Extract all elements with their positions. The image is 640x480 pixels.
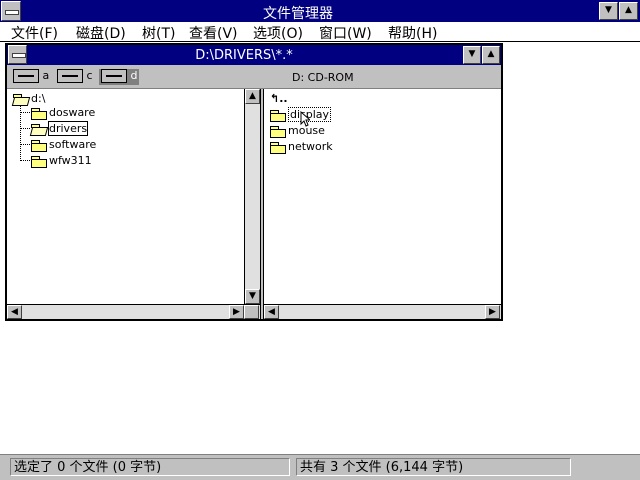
app-title: 文件管理器 [263,6,333,22]
directory-tree[interactable]: d:\ dosware drivers software wfw311 [7,89,244,304]
directory-window: D:\DRIVERS\*.* ▼ ▲ a c d D: CD-ROM d:\ d… [5,43,503,321]
drive-bar: a c d D: CD-ROM [7,65,501,89]
menu-window[interactable]: 窗口(W) [319,23,372,43]
tree-item-software[interactable]: software [31,138,96,152]
tree-item-drivers[interactable]: drivers [31,121,89,136]
child-system-menu-icon[interactable] [8,45,27,64]
folder-icon [270,109,286,122]
app-title-bar[interactable]: 文件管理器 ▼ ▲ [0,0,640,22]
drive-c[interactable]: c [57,69,93,85]
drive-a[interactable]: a [13,69,49,85]
parent-dir-up-icon[interactable]: ↰.. [270,92,288,106]
scrollbar-corner [244,305,259,319]
menu-disk[interactable]: 磁盘(D) [76,23,126,43]
minimize-icon[interactable]: ▼ [599,2,618,20]
open-folder-icon [31,123,47,135]
menu-options[interactable]: 选项(O) [253,23,303,43]
scroll-right-icon[interactable]: ▶ [229,305,244,319]
file-item-network[interactable]: network [270,140,333,154]
folder-icon [31,139,47,152]
tree-horizontal-scrollbar[interactable]: ◀ ▶ [7,304,260,319]
status-total: 共有 3 个文件 (6,144 字节) [296,458,571,476]
folder-icon [31,155,47,168]
mouse-pointer-icon [300,111,310,127]
cdrom-drive-icon [101,69,127,83]
menu-help[interactable]: 帮助(H) [388,23,437,43]
file-item-mouse[interactable]: mouse [270,124,325,138]
scroll-up-icon[interactable]: ▲ [245,89,260,104]
menu-file[interactable]: 文件(F) [11,23,58,43]
tree-vertical-scrollbar[interactable]: ▲ ▼ [244,89,260,304]
file-horizontal-scrollbar[interactable]: ◀ ▶ [264,304,501,319]
status-selected: 选定了 0 个文件 (0 字节) [10,458,290,476]
scroll-down-icon[interactable]: ▼ [245,289,260,304]
child-maximize-icon[interactable]: ▲ [482,46,500,64]
folder-icon [31,107,47,120]
drive-d[interactable]: d [99,69,140,85]
menubar: 文件(F) 磁盘(D) 树(T) 查看(V) 选项(O) 窗口(W) 帮助(H) [0,22,640,42]
directory-window-title-bar[interactable]: D:\DRIVERS\*.* ▼ ▲ [7,45,501,65]
tree-item-wfw311[interactable]: wfw311 [31,154,92,168]
maximize-icon[interactable]: ▲ [619,2,638,20]
scroll-left-icon[interactable]: ◀ [7,305,22,319]
tree-root[interactable]: d:\ [13,92,45,106]
volume-label: D: CD-ROM [292,71,354,84]
menu-tree[interactable]: 树(T) [142,23,175,43]
scroll-left-icon[interactable]: ◀ [264,305,279,319]
folder-icon [270,125,286,138]
file-list[interactable]: ↰.. display mouse network [264,89,501,304]
floppy-drive-icon [13,69,39,83]
directory-window-title: D:\DRIVERS\*.* [195,48,293,63]
open-folder-icon [13,93,29,105]
child-minimize-icon[interactable]: ▼ [463,46,481,64]
tree-item-dosware[interactable]: dosware [31,106,95,120]
menu-view[interactable]: 查看(V) [189,23,238,43]
status-bar: 选定了 0 个文件 (0 字节) 共有 3 个文件 (6,144 字节) [0,454,640,480]
scroll-right-icon[interactable]: ▶ [485,305,500,319]
folder-icon [270,141,286,154]
hard-drive-icon [57,69,83,83]
